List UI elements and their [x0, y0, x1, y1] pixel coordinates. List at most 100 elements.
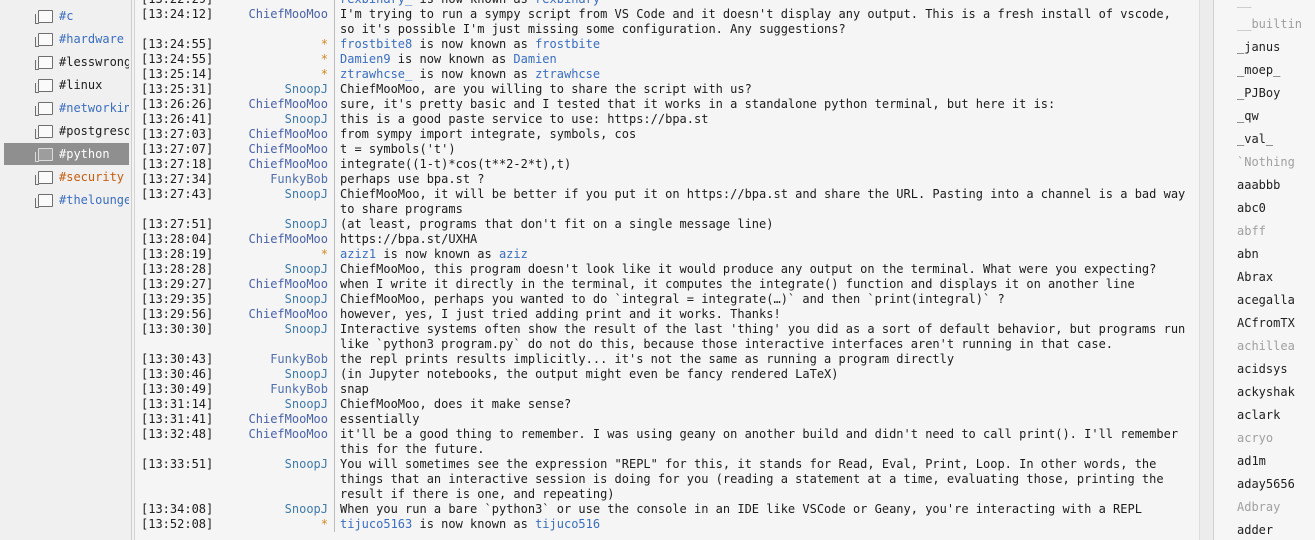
message-row: [13:24:55] * frostbite8 is now known as fr… — [135, 37, 1199, 52]
user-item[interactable]: aaabbb — [1214, 174, 1315, 197]
user-item[interactable]: Adbray — [1214, 496, 1315, 519]
message-timestamp: [13:29:27] — [141, 277, 214, 291]
channel-python[interactable]: #python — [4, 143, 129, 165]
user-item[interactable]: abff — [1214, 220, 1315, 243]
message-nick[interactable]: SnoopJ — [242, 217, 335, 232]
message-text: (at least, programs that don't fit on a … — [340, 217, 774, 231]
message-row: [13:30:46] SnoopJ (in Jupyter notebooks, t… — [135, 367, 1199, 382]
message-nick[interactable]: ChiefMooMoo — [242, 7, 335, 37]
user-item[interactable]: adder — [1214, 519, 1315, 540]
message-timestamp: [13:30:43] — [141, 352, 214, 366]
user-item[interactable]: abc0 — [1214, 197, 1315, 220]
user-item[interactable]: ackyshak — [1214, 381, 1315, 404]
new-nick[interactable]: rexbinary — [535, 0, 600, 6]
channel-hardware[interactable]: #hardware — [4, 28, 129, 50]
message-nick[interactable]: ChiefMooMoo — [242, 127, 335, 142]
message-nick[interactable]: ChiefMooMoo — [242, 97, 335, 112]
message-nick[interactable]: SnoopJ — [242, 262, 335, 277]
message-nick[interactable]: SnoopJ — [242, 112, 335, 127]
message-nick[interactable]: ChiefMooMoo — [242, 232, 335, 247]
user-list[interactable]: __ __builtin _janus _moep_ _PJBoy _qw _val_ `No… — [1213, 0, 1315, 540]
message-nick[interactable]: SnoopJ — [242, 82, 335, 97]
nick-change-text: is now known as — [412, 37, 536, 51]
user-item[interactable]: _PJBoy — [1214, 82, 1315, 105]
user-item[interactable]: acidsys — [1214, 358, 1315, 381]
message-nick[interactable]: SnoopJ — [242, 367, 335, 382]
message-nick[interactable]: SnoopJ — [242, 502, 335, 517]
message-timestamp: [13:25:14] — [141, 67, 214, 81]
channel-lesswrong[interactable]: #lesswrong — [4, 51, 129, 73]
channel-networking[interactable]: #networking — [4, 97, 129, 119]
message-nick[interactable]: FunkyBob — [242, 172, 335, 187]
message-timestamp: [13:27:51] — [141, 217, 214, 231]
user-item[interactable]: ACfromTX — [1214, 312, 1315, 335]
message-row: [13:27:03] ChiefMooMoo from sympy import i… — [135, 127, 1199, 142]
message-nick[interactable]: FunkyBob — [242, 382, 335, 397]
old-nick[interactable]: ztrawhcse_ — [340, 67, 412, 81]
new-nick[interactable]: ztrawhcse — [535, 67, 600, 81]
user-item[interactable]: aclark — [1214, 404, 1315, 427]
message-nick[interactable]: ChiefMooMoo — [242, 307, 335, 322]
user-item[interactable]: _val_ — [1214, 128, 1315, 151]
message-nick[interactable]: SnoopJ — [242, 292, 335, 307]
message-timestamp: [13:29:35] — [141, 292, 214, 306]
channel-postgresql[interactable]: #postgresql — [4, 120, 129, 142]
message-row: [13:34:08] SnoopJ When you run a bare `pyt… — [135, 502, 1199, 517]
chat-scrollbar[interactable] — [1199, 0, 1213, 540]
user-item[interactable]: _janus — [1214, 36, 1315, 59]
user-item[interactable]: __ — [1214, 0, 1315, 13]
message-text: perhaps use bpa.st ? — [340, 172, 485, 186]
old-nick[interactable]: frostbite8 — [340, 37, 412, 51]
new-nick[interactable]: Damien — [513, 52, 556, 66]
user-item[interactable]: acegalla — [1214, 289, 1315, 312]
user-item[interactable]: aday5656 — [1214, 473, 1315, 496]
channel-icon — [35, 78, 53, 93]
channel-thelounge[interactable]: #thelounge — [4, 189, 129, 211]
message-text: ChiefMooMoo, are you willing to share th… — [340, 82, 752, 96]
message-row: [13:25:14] * ztrawhcse_ is now known as zt… — [135, 67, 1199, 82]
channel-icon — [35, 170, 53, 185]
user-item[interactable]: _qw — [1214, 105, 1315, 128]
user-item[interactable]: ad1m — [1214, 450, 1315, 473]
message-text: rexbinary_ is now known as rexbinary — [335, 0, 1199, 7]
message-text: (in Jupyter notebooks, the output might … — [340, 367, 839, 381]
channel-security[interactable]: #security — [4, 166, 129, 188]
message-text: snap — [340, 382, 369, 396]
user-item[interactable]: `Nothing — [1214, 151, 1315, 174]
message-nick[interactable]: ChiefMooMoo — [242, 157, 335, 172]
message-nick[interactable]: ChiefMooMoo — [242, 412, 335, 427]
user-item[interactable]: achillea — [1214, 335, 1315, 358]
message-timestamp: [13:32:48] — [141, 427, 214, 441]
message-text: ChiefMooMoo, this program doesn't look l… — [340, 262, 1157, 276]
message-text: ChiefMooMoo, it will be better if you pu… — [340, 187, 1193, 216]
user-item[interactable]: _moep_ — [1214, 59, 1315, 82]
message-nick[interactable]: SnoopJ — [242, 397, 335, 412]
old-nick[interactable]: aziz1 — [340, 247, 376, 261]
nick-change-text: is now known as — [390, 52, 514, 66]
old-nick[interactable]: Damien9 — [340, 52, 391, 66]
message-nick[interactable]: SnoopJ — [242, 457, 335, 502]
message-nick[interactable]: ChiefMooMoo — [242, 277, 335, 292]
message-nick[interactable]: FunkyBob — [242, 352, 335, 367]
message-nick[interactable]: SnoopJ — [242, 187, 335, 217]
message-nick[interactable]: ChiefMooMoo — [242, 427, 335, 457]
new-nick[interactable]: aziz — [499, 247, 528, 261]
old-nick[interactable]: tijuco5163 — [340, 517, 412, 531]
old-nick[interactable]: rexbinary_ — [340, 0, 412, 6]
user-item[interactable]: acryo — [1214, 427, 1315, 450]
message-text: sure, it's pretty basic and I tested tha… — [340, 97, 1056, 111]
user-item[interactable]: Abrax — [1214, 266, 1315, 289]
message-timestamp: [13:30:46] — [141, 367, 214, 381]
new-nick[interactable]: tijuco516 — [535, 517, 600, 531]
channel-c[interactable]: #c — [4, 5, 129, 27]
user-item[interactable]: abn — [1214, 243, 1315, 266]
message-row: [13:24:12] ChiefMooMoo I'm trying to run a… — [135, 7, 1199, 37]
message-nick[interactable]: SnoopJ — [242, 322, 335, 352]
message-timestamp: [13:28:28] — [141, 262, 214, 276]
channel-linux[interactable]: #linux — [4, 74, 129, 96]
new-nick[interactable]: frostbite — [535, 37, 600, 51]
user-item[interactable]: __builtin — [1214, 13, 1315, 36]
message-timestamp: [13:26:41] — [141, 112, 214, 126]
chat-log[interactable]: [13:22:29]*rexbinary_ is now known as re… — [134, 0, 1200, 540]
message-nick[interactable]: ChiefMooMoo — [242, 142, 335, 157]
